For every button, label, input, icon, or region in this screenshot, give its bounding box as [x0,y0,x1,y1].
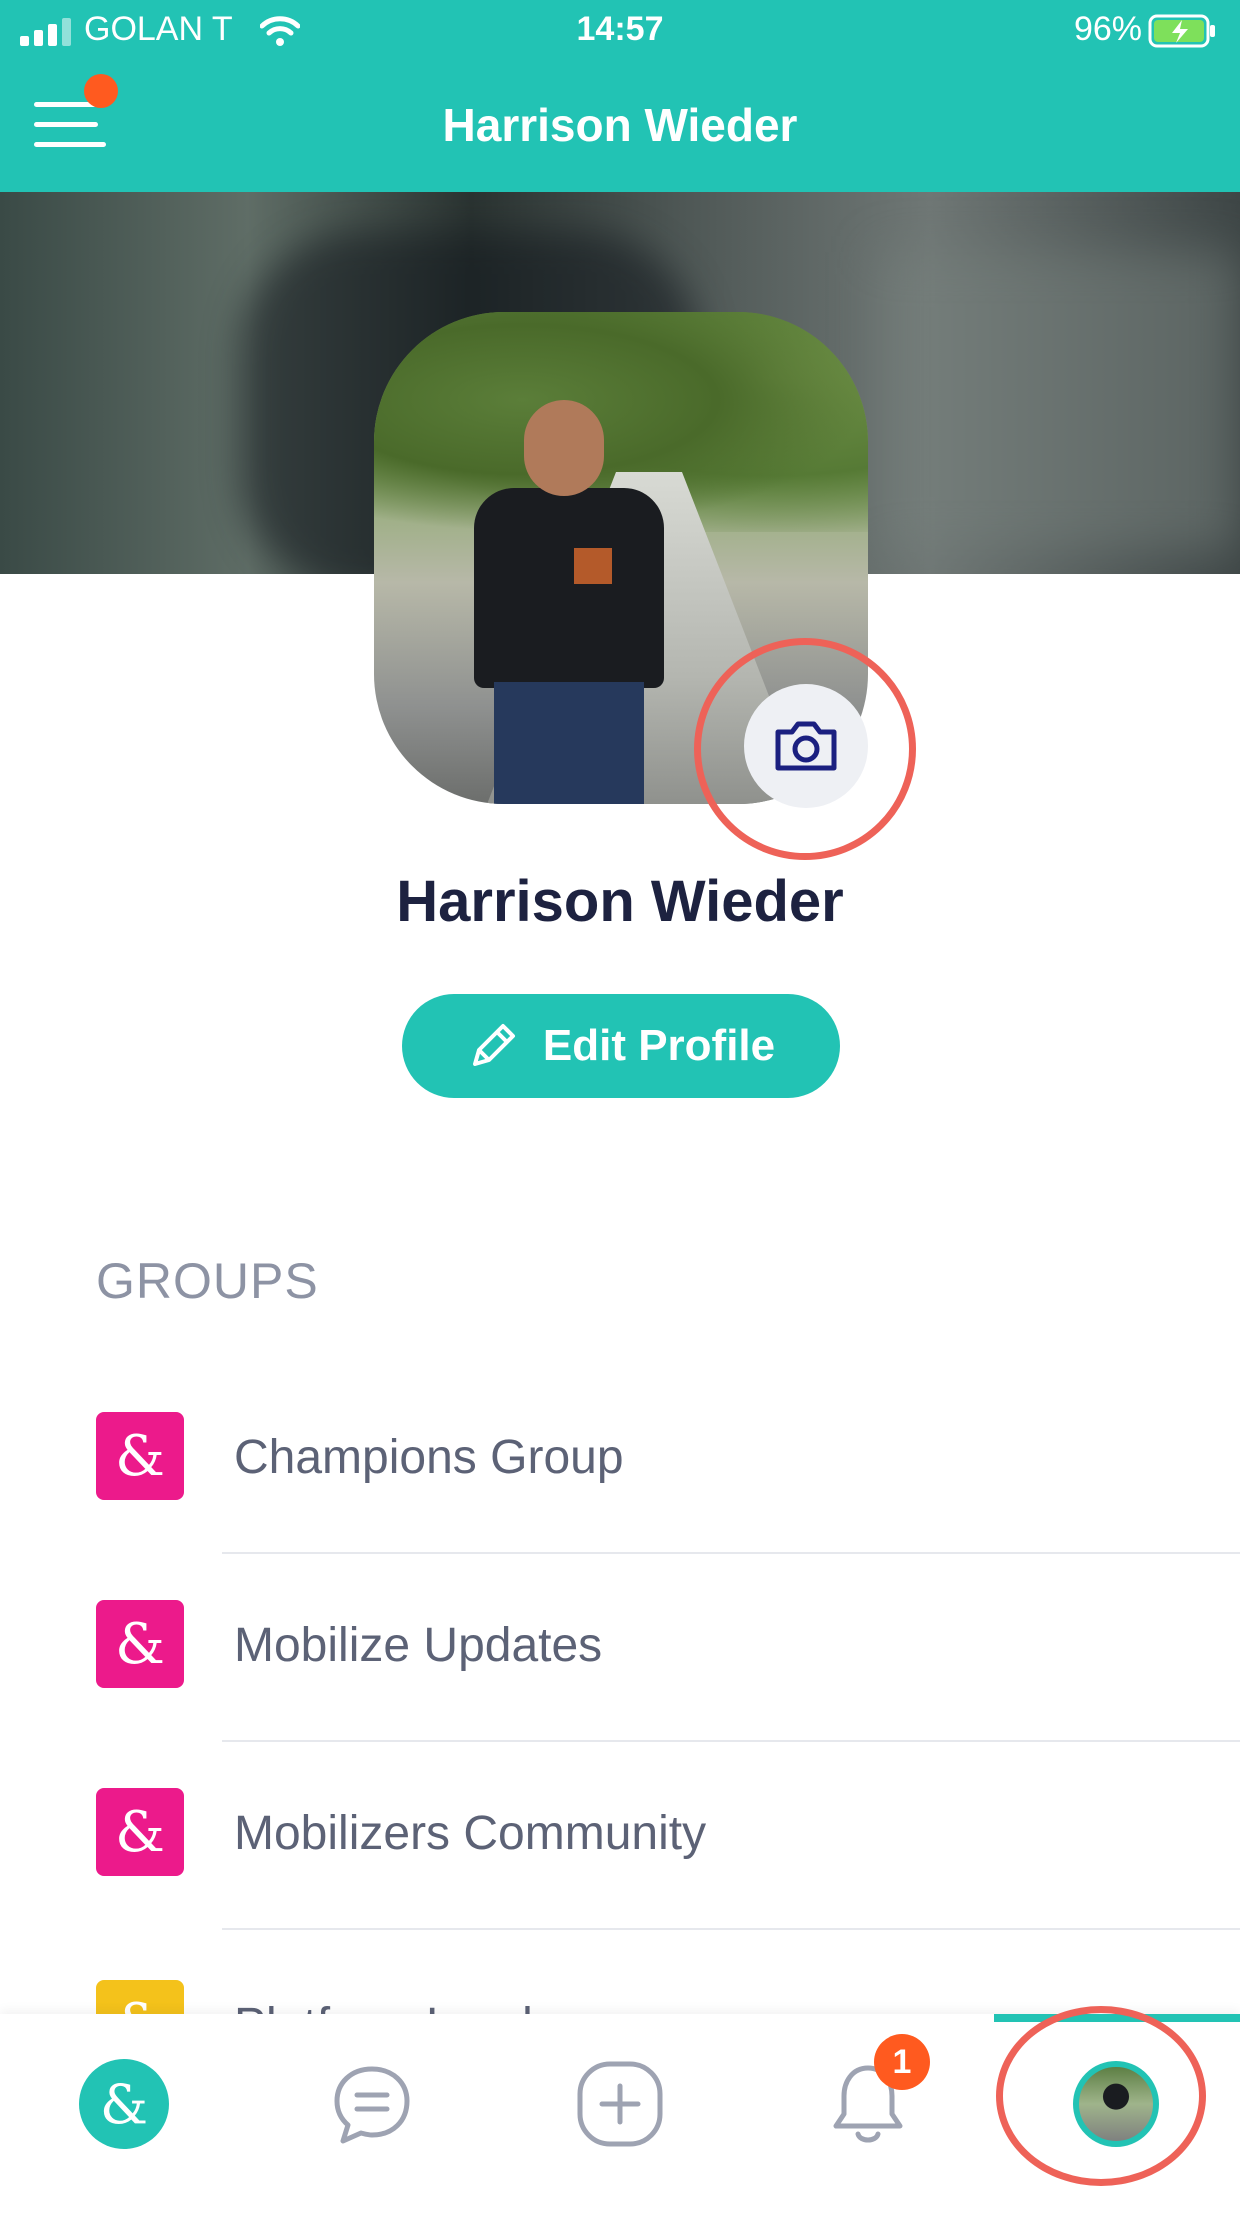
header-title: Harrison Wieder [442,99,798,151]
pencil-icon [472,1024,515,1066]
battery-icon [1148,14,1215,48]
notification-badge: 1 [874,2034,930,2090]
nav-home[interactable]: & [74,2054,174,2154]
chat-icon [334,2066,410,2144]
ampersand-icon: & [96,1412,184,1500]
group-label: Mobilize Updates [234,1619,603,1672]
status-time: 14:57 [576,10,664,48]
profile-highlight-ring [996,2006,1206,2186]
group-row-mobilizers-community[interactable]: & Mobilizers Community [0,1742,1240,1930]
ampersand-icon: & [96,1788,184,1876]
camera-highlight-ring [694,638,916,860]
edit-profile-button[interactable]: Edit Profile [402,994,840,1098]
group-label: Mobilizers Community [234,1807,707,1860]
nav-chat[interactable] [322,2054,422,2154]
nav-add[interactable] [570,2054,670,2154]
home-icon: & [79,2059,169,2149]
group-label: Champions Group [234,1431,624,1484]
nav-notifications[interactable]: 1 [818,2034,930,2154]
groups-title: GROUPS [96,1253,319,1309]
status-bar: GOLAN T 14:57 96% [0,0,1240,64]
group-row-mobilize-updates[interactable]: & Mobilize Updates [0,1554,1240,1742]
profile-name: Harrison Wieder [396,869,844,934]
group-row-champions[interactable]: & Champions Group [0,1366,1240,1554]
battery-percent: 96% [1073,10,1142,48]
edit-profile-label: Edit Profile [542,1021,776,1070]
top-bar: GOLAN T 14:57 96% Harrison Wieder [0,0,1240,192]
add-icon [577,2061,663,2147]
ampersand-icon: & [96,1600,184,1688]
